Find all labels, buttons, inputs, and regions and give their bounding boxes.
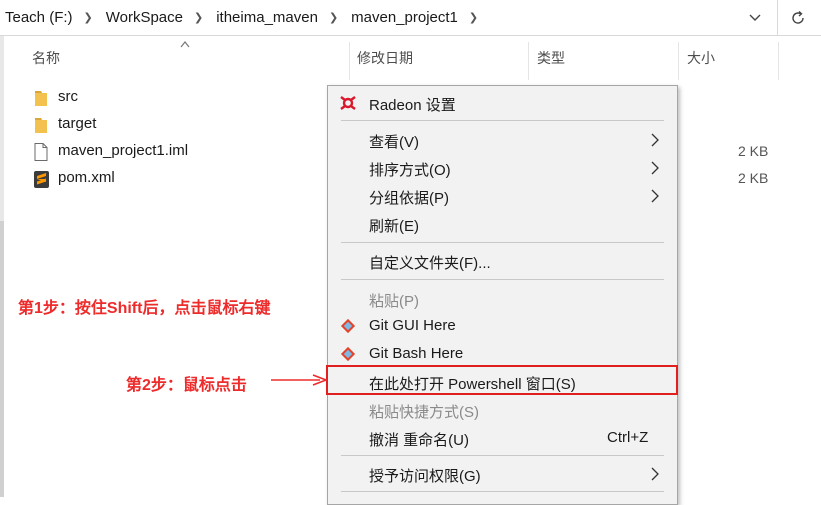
menu-separator xyxy=(341,491,664,492)
menu-item-customize-folder[interactable]: 自定义文件夹(F)... xyxy=(328,247,677,275)
file-icon xyxy=(34,143,48,161)
menu-item-label: 排序方式(O) xyxy=(369,162,451,179)
context-menu: Radeon 设置 查看(V) 排序方式(O) 分组依据(P) 刷新(E) 自定… xyxy=(327,85,678,505)
refresh-icon[interactable] xyxy=(786,6,810,30)
breadcrumb-itheima-maven[interactable]: itheima_maven xyxy=(213,9,321,26)
menu-item-label: Git Bash Here xyxy=(369,345,464,362)
column-headers: 名称 修改日期 类型 大小 xyxy=(20,36,821,80)
sort-ascending-icon xyxy=(180,41,190,48)
breadcrumb: Teach (F:) ❯ WorkSpace ❯ itheima_maven ❯… xyxy=(2,0,488,35)
menu-item-group-by[interactable]: 分组依据(P) xyxy=(328,182,677,210)
menu-item-label: 授予访问权限(G) xyxy=(369,468,481,485)
column-header-name-label: 名称 xyxy=(32,50,60,66)
menu-item-view[interactable]: 查看(V) xyxy=(328,126,677,154)
menu-item-undo-rename[interactable]: 撤消 重命名(U) Ctrl+Z xyxy=(328,424,677,452)
menu-separator xyxy=(341,279,664,280)
menu-item-label: 分组依据(P) xyxy=(369,190,449,207)
file-name: target xyxy=(58,115,97,132)
menu-item-paste[interactable]: 粘贴(P) xyxy=(328,285,677,313)
chevron-down-icon[interactable] xyxy=(744,7,766,29)
menu-item-label: 刷新(E) xyxy=(369,218,419,235)
chevron-right-icon[interactable]: ❯ xyxy=(461,11,488,24)
submenu-arrow-icon xyxy=(651,189,659,203)
submenu-arrow-icon xyxy=(651,161,659,175)
chevron-right-icon[interactable]: ❯ xyxy=(186,11,213,24)
file-name: maven_project1.iml xyxy=(58,142,189,159)
file-name: src xyxy=(58,88,78,105)
annotation-arrow xyxy=(271,374,328,386)
menu-separator xyxy=(341,242,664,243)
file-size: 2 KB xyxy=(738,170,769,186)
column-divider[interactable] xyxy=(778,42,779,80)
menu-item-label: 查看(V) xyxy=(369,134,419,151)
folder-icon xyxy=(35,91,47,106)
address-bar[interactable]: Teach (F:) ❯ WorkSpace ❯ itheima_maven ❯… xyxy=(0,0,821,36)
column-header-size-label: 大小 xyxy=(687,50,715,66)
git-bash-icon xyxy=(340,346,356,362)
folder-icon xyxy=(35,118,47,133)
menu-item-shortcut: Ctrl+Z xyxy=(607,429,649,446)
navigation-pane-edge xyxy=(0,36,4,497)
menu-item-label: 撤消 重命名(U) xyxy=(369,432,469,449)
menu-item-label: 粘贴(P) xyxy=(369,293,419,310)
menu-item-git-gui[interactable]: Git GUI Here xyxy=(328,312,677,340)
chevron-right-icon[interactable]: ❯ xyxy=(321,11,348,24)
git-gui-icon xyxy=(340,318,356,334)
radeon-icon xyxy=(340,96,356,110)
navigation-pane-scroll[interactable] xyxy=(0,221,4,497)
column-header-size[interactable]: 大小 xyxy=(675,36,775,80)
column-header-date-label: 修改日期 xyxy=(357,50,413,66)
menu-item-label: Git GUI Here xyxy=(369,317,456,334)
menu-item-label: 自定义文件夹(F)... xyxy=(369,255,491,272)
column-header-type-label: 类型 xyxy=(537,50,565,66)
file-size: 2 KB xyxy=(738,143,769,159)
annotation-step2: 第2步：鼠标点击 xyxy=(126,377,247,394)
annotation-step1: 第1步：按住Shift后，点击鼠标右键 xyxy=(18,300,271,317)
menu-item-label: Radeon 设置 xyxy=(369,97,456,114)
breadcrumb-maven-project1[interactable]: maven_project1 xyxy=(348,9,461,26)
column-header-date[interactable]: 修改日期 xyxy=(345,36,525,80)
menu-separator xyxy=(341,455,664,456)
chevron-right-icon[interactable]: ❯ xyxy=(76,11,103,24)
menu-item-radeon-settings[interactable]: Radeon 设置 xyxy=(328,89,677,117)
breadcrumb-workspace[interactable]: WorkSpace xyxy=(103,9,186,26)
menu-item-label: 粘贴快捷方式(S) xyxy=(369,404,479,421)
address-divider xyxy=(777,0,778,35)
file-name: pom.xml xyxy=(58,169,115,186)
column-header-type[interactable]: 类型 xyxy=(525,36,675,80)
submenu-arrow-icon xyxy=(651,133,659,147)
menu-item-paste-shortcut[interactable]: 粘贴快捷方式(S) xyxy=(328,396,677,424)
highlight-box xyxy=(326,365,678,395)
sublime-text-icon xyxy=(34,171,49,188)
menu-separator xyxy=(341,120,664,121)
submenu-arrow-icon xyxy=(651,467,659,481)
menu-item-grant-access[interactable]: 授予访问权限(G) xyxy=(328,460,677,488)
menu-item-sort[interactable]: 排序方式(O) xyxy=(328,154,677,182)
menu-item-refresh[interactable]: 刷新(E) xyxy=(328,210,677,238)
menu-item-git-bash[interactable]: Git Bash Here xyxy=(328,340,677,368)
breadcrumb-drive[interactable]: Teach (F:) xyxy=(2,9,76,26)
